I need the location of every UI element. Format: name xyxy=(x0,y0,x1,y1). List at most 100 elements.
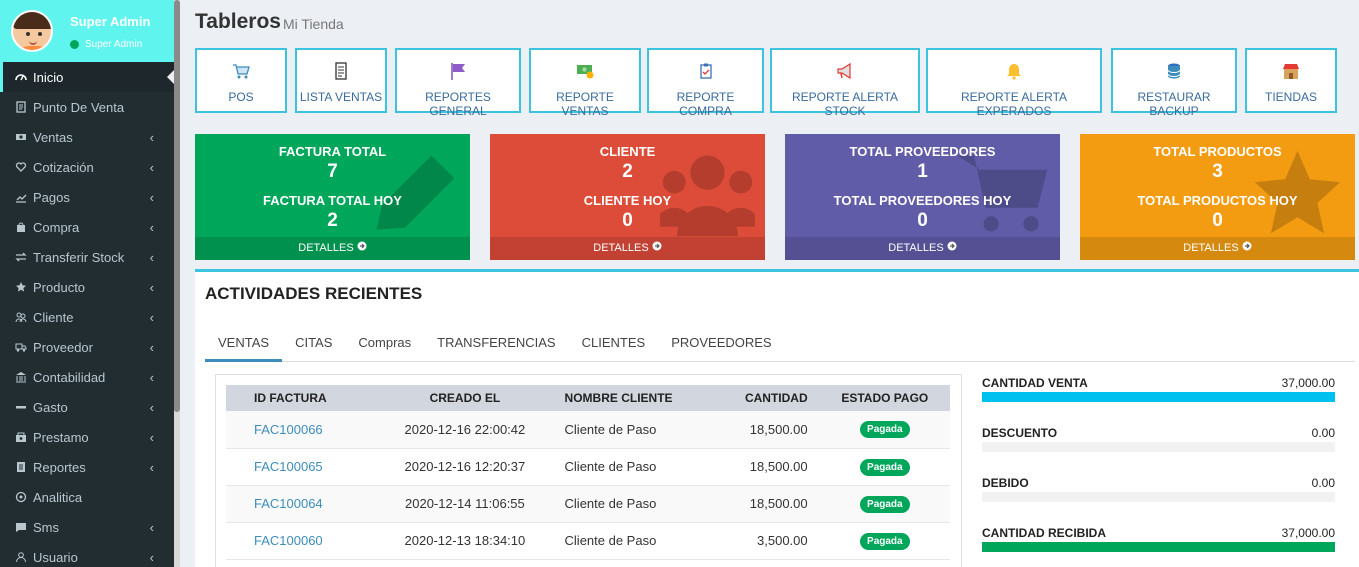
sidebar-item-ventas[interactable]: Ventas ‹ xyxy=(0,122,174,152)
sidebar-item-label: Producto xyxy=(33,279,86,295)
tile-label: LISTA VENTAS xyxy=(299,90,383,104)
client-cell: Cliente de Paso xyxy=(544,448,719,486)
details-link[interactable]: DETALLES xyxy=(785,237,1060,260)
tab-clientes[interactable]: CLIENTES xyxy=(569,324,659,361)
sidebar-item-proveedor[interactable]: Proveedor ‹ xyxy=(0,332,174,362)
sidebar-item-label: Usuario xyxy=(33,549,78,565)
avatar[interactable] xyxy=(11,10,53,52)
invoice-link[interactable]: FAC100065 xyxy=(254,459,323,474)
sidebar-item-gasto[interactable]: Gasto ‹ xyxy=(0,392,174,422)
sidebar-item-label: Reportes xyxy=(33,459,86,475)
sidebar-item-inicio[interactable]: Inicio xyxy=(0,62,174,92)
chart-icon xyxy=(15,191,27,203)
status-badge: Pagada xyxy=(860,495,910,513)
arrow-circle-right-icon xyxy=(947,241,957,254)
payment-status-cell: Pagada xyxy=(819,448,950,486)
tile-reporte-ventas[interactable]: REPORTE VENTAS xyxy=(529,48,641,118)
details-link[interactable]: DETALLES xyxy=(1080,237,1355,260)
box-value: 7 xyxy=(327,161,338,182)
online-status-icon xyxy=(70,40,79,49)
sidebar-item-usuario[interactable]: Usuario ‹ xyxy=(0,542,174,567)
amount-cell: 18,500.00 xyxy=(718,411,820,449)
chevron-left-icon: ‹ xyxy=(149,279,154,295)
tile-label: RESTAURAR BACKUP xyxy=(1137,90,1211,118)
table-row: FAC100065 2020-12-16 12:20:37 Cliente de P… xyxy=(226,448,950,486)
box-value: 3 xyxy=(1212,161,1223,182)
chevron-left-icon: ‹ xyxy=(149,339,154,355)
amount-cell: 3,500.00 xyxy=(718,522,820,560)
sidebar-item-label: Prestamo xyxy=(33,429,89,445)
sidebar-item-compra[interactable]: Compra ‹ xyxy=(0,212,174,242)
analytics-icon xyxy=(15,491,27,503)
sidebar-item-cliente[interactable]: Cliente ‹ xyxy=(0,302,174,332)
sidebar-item-label: Proveedor xyxy=(33,339,93,355)
sidebar-item-cotizaci-n[interactable]: Cotización ‹ xyxy=(0,152,174,182)
tile-lista-ventas[interactable]: LISTA VENTAS xyxy=(295,48,387,113)
created-cell: 2020-12-14 11:06:55 xyxy=(385,485,545,523)
invoice-link[interactable]: FAC100066 xyxy=(254,422,323,437)
sidebar-item-sms[interactable]: Sms ‹ xyxy=(0,512,174,542)
tab-transferencias[interactable]: TRANSFERENCIAS xyxy=(424,324,568,361)
tile-restaurar-backup[interactable]: RESTAURAR BACKUP xyxy=(1111,48,1237,118)
box-label: TOTAL PRODUCTOS xyxy=(1153,144,1282,159)
bank-icon xyxy=(15,371,27,383)
sales-table: ID FACTURA CREADO EL NOMBRE CLIENTE CANTIDA… xyxy=(226,385,950,560)
tile-reporte-alerta-experados[interactable]: REPORTE ALERTA EXPERADOS xyxy=(926,48,1102,118)
stat-value: 0.00 xyxy=(1311,476,1335,490)
column-header[interactable]: ESTADO PAGO xyxy=(819,385,950,411)
tile-reporte-alerta-stock[interactable]: REPORTE ALERTA STOCK xyxy=(770,48,920,118)
sidebar-item-prestamo[interactable]: Prestamo ‹ xyxy=(0,422,174,452)
details-label: DETALLES xyxy=(888,242,944,254)
tab-proveedores[interactable]: PROVEEDORES xyxy=(658,324,784,361)
activity-tabs: VENTAS CITAS Compras TRANSFERENCIAS CLIENTES… xyxy=(205,324,1355,362)
stat-descuento: DESCUENTO 0.00 xyxy=(982,426,1335,476)
invoice-link[interactable]: FAC100064 xyxy=(254,496,323,511)
chevron-left-icon: ‹ xyxy=(149,369,154,385)
tile-label: REPORTE VENTAS xyxy=(556,90,614,118)
stat-value: 37,000.00 xyxy=(1281,526,1335,540)
sidebar-item-producto[interactable]: Producto ‹ xyxy=(0,272,174,302)
invoice-link[interactable]: FAC100060 xyxy=(254,533,323,548)
client-cell: Cliente de Paso xyxy=(544,411,719,449)
tile-pos[interactable]: POS xyxy=(195,48,287,113)
column-header[interactable]: CANTIDAD xyxy=(718,385,820,411)
sidebar-item-label: Analitica xyxy=(33,489,83,505)
recent-activity-panel: ACTIVIDADES RECIENTES VENTAS CITAS Compras… xyxy=(195,269,1359,567)
tile-label: TIENDAS xyxy=(1264,90,1317,104)
column-header[interactable]: NOMBRE CLIENTE xyxy=(544,385,719,411)
sidebar-item-pagos[interactable]: Pagos ‹ xyxy=(0,182,174,212)
sms-icon xyxy=(15,521,27,533)
box-label: TOTAL PROVEEDORES xyxy=(849,144,996,159)
tab-ventas[interactable]: VENTAS xyxy=(205,324,283,362)
main-content: Tableros Mi Tienda POS LISTA VENTAS REPORT… xyxy=(180,0,1359,567)
details-link[interactable]: DETALLES xyxy=(195,237,470,260)
bell-icon xyxy=(1005,62,1023,80)
chevron-left-icon: ‹ xyxy=(149,159,154,175)
invoice-id-cell: FAC100065 xyxy=(226,448,386,486)
star-icon xyxy=(15,281,27,293)
sidebar-item-reportes[interactable]: Reportes ‹ xyxy=(0,452,174,482)
sidebar-item-transferir-stock[interactable]: Transferir Stock ‹ xyxy=(0,242,174,272)
sales-table-panel: ID FACTURA CREADO EL NOMBRE CLIENTE CANTIDA… xyxy=(215,374,962,567)
sidebar-item-contabilidad[interactable]: Contabilidad ‹ xyxy=(0,362,174,392)
sidebar-item-analitica[interactable]: Analitica xyxy=(0,482,174,512)
table-row: FAC100066 2020-12-16 22:00:42 Cliente de P… xyxy=(226,411,950,449)
sidebar-item-punto-de-venta[interactable]: Punto De Venta xyxy=(0,92,174,122)
amount-cell: 18,500.00 xyxy=(718,448,820,486)
tile-reporte-compra[interactable]: REPORTE COMPRA xyxy=(647,48,764,118)
payment-status-cell: Pagada xyxy=(819,522,950,560)
tile-label: POS xyxy=(228,90,254,104)
column-header[interactable]: ID FACTURA xyxy=(226,385,386,411)
chevron-left-icon: ‹ xyxy=(149,429,154,445)
column-header[interactable]: CREADO EL xyxy=(385,385,545,411)
sidebar-item-label: Punto De Venta xyxy=(33,99,125,115)
details-link[interactable]: DETALLES xyxy=(490,237,765,260)
tile-tiendas[interactable]: TIENDAS xyxy=(1245,48,1337,113)
status-badge: Pagada xyxy=(860,532,910,550)
client-cell: Cliente de Paso xyxy=(544,522,719,560)
sidebar-item-label: Contabilidad xyxy=(33,369,106,385)
tile-label: REPORTE ALERTA EXPERADOS xyxy=(960,90,1068,118)
tile-reportes-general[interactable]: REPORTES GENERAL xyxy=(395,48,521,118)
tab-compras[interactable]: Compras xyxy=(345,324,424,361)
tab-citas[interactable]: CITAS xyxy=(282,324,345,361)
